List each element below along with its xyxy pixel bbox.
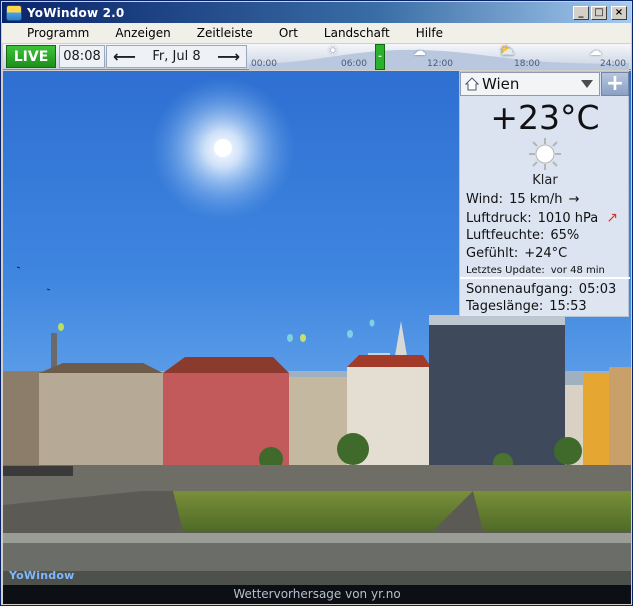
weather-panel: Wien + +23°C Klar Wind: 15 km/h → Luftdruc…	[459, 71, 630, 317]
humidity-label: Luftfeuchte:	[466, 228, 545, 243]
date-navigator: ⟵ Fr, Jul 8 ⟶	[106, 45, 247, 68]
timeline-now-marker[interactable]: -	[375, 44, 385, 70]
forecast-credit[interactable]: Wettervorhersage von yr.no	[3, 585, 631, 604]
timeline-tick-12: 12:00	[427, 59, 453, 69]
home-icon	[465, 77, 479, 91]
last-update-label: Letztes Update:	[466, 265, 545, 276]
menu-landschaft[interactable]: Landschaft	[313, 26, 401, 40]
timeline-partly-cloudy-icon: ⛅	[499, 44, 516, 59]
timeline-tick-24: 24:00	[600, 59, 626, 69]
timeline-rain-cloud-icon: ☁	[413, 44, 426, 59]
feels-like-row: Gefühlt: +24°C	[466, 246, 567, 261]
minimize-button[interactable]: _	[573, 5, 589, 20]
humidity-value: 65%	[550, 228, 580, 243]
city-name: Wien	[482, 75, 520, 93]
yowindow-app-icon	[6, 4, 22, 21]
title-bar[interactable]: YoWindow 2.0 _ □ ×	[2, 2, 631, 23]
sunrise-label: Sonnenaufgang:	[466, 282, 573, 297]
feels-like-value: +24°C	[524, 246, 568, 261]
menu-bar: Programm Anzeigen Zeitleiste Ort Landsch…	[2, 23, 631, 43]
location-selector[interactable]: Wien	[460, 72, 600, 96]
menu-ort[interactable]: Ort	[268, 26, 309, 40]
last-update-row: Letztes Update: vor 48 min	[466, 262, 605, 277]
live-button[interactable]: LIVE	[6, 45, 56, 68]
window-title: YoWindow 2.0	[27, 5, 125, 20]
close-button[interactable]: ×	[611, 5, 627, 20]
pressure-row: Luftdruck: 1010 hPa ↗	[466, 210, 618, 226]
app-window: YoWindow 2.0 _ □ × Programm Anzeigen Zei…	[0, 0, 633, 606]
pressure-label: Luftdruck:	[466, 211, 532, 226]
menu-hilfe[interactable]: Hilfe	[405, 26, 454, 40]
wind-label: Wind:	[466, 192, 504, 207]
humidity-row: Luftfeuchte: 65%	[466, 228, 579, 243]
timeline-rain-cloud-icon-2: ☁	[589, 44, 602, 59]
condition-text: Klar	[532, 173, 558, 188]
timeline-tick-18: 18:00	[514, 59, 540, 69]
timeline-track[interactable]: 00:00 06:00 12:00 18:00 24:00 ☀ ☁ ⛅ ☁ -	[249, 44, 629, 70]
timeline-sun-icon: ☀	[327, 44, 339, 59]
menu-zeitleiste[interactable]: Zeitleiste	[186, 26, 264, 40]
dropdown-arrow-icon[interactable]	[581, 80, 593, 88]
pressure-value: 1010 hPa	[537, 211, 599, 226]
clear-sky-sun-icon	[529, 138, 561, 170]
current-time: 08:08	[59, 45, 105, 68]
panel-divider	[460, 277, 630, 279]
wind-value: 15 km/h	[509, 192, 563, 207]
next-day-arrow-icon[interactable]: ⟶	[217, 46, 240, 68]
daylength-value: 15:53	[549, 299, 587, 314]
maximize-button[interactable]: □	[591, 5, 607, 20]
daylength-label: Tageslänge:	[466, 299, 544, 314]
add-location-button[interactable]: +	[601, 72, 629, 96]
wind-row: Wind: 15 km/h →	[466, 192, 579, 207]
wind-direction-icon: →	[568, 192, 580, 207]
menu-anzeigen[interactable]: Anzeigen	[104, 26, 181, 40]
yowindow-logo[interactable]: YoWindow	[9, 569, 74, 582]
sunrise-value: 05:03	[578, 282, 617, 297]
timeline-tick-6: 06:00	[341, 59, 367, 69]
weather-scene: Wien + +23°C Klar Wind: 15 km/h → Luftdruc…	[3, 71, 631, 585]
pressure-rising-icon: ↗	[606, 210, 619, 226]
feels-like-label: Gefühlt:	[466, 246, 519, 261]
temperature: +23°C	[490, 98, 600, 137]
daylength-row: Tageslänge: 15:53	[466, 299, 587, 314]
timeline-tick-0: 00:00	[251, 59, 277, 69]
timeline-bar: LIVE 08:08 ⟵ Fr, Jul 8 ⟶ 00:00 06:00 12:…	[3, 44, 631, 70]
menu-programm[interactable]: Programm	[16, 26, 100, 40]
sunrise-row: Sonnenaufgang: 05:03	[466, 282, 616, 297]
last-update-value: vor 48 min	[550, 265, 605, 276]
